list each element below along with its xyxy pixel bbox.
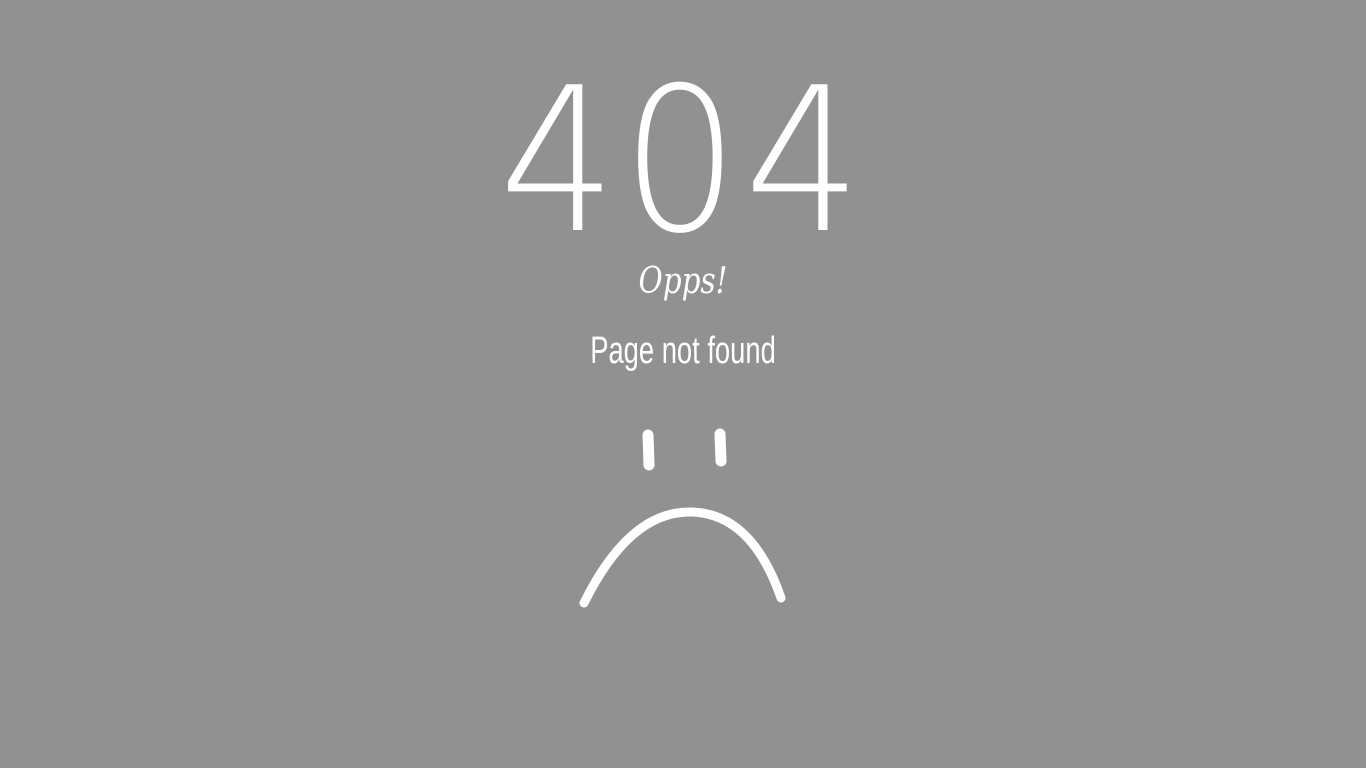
error-exclamation: Opps!	[638, 261, 728, 302]
error-code: 404	[499, 45, 867, 278]
right-eye	[714, 428, 727, 467]
error-page: 404 Opps! Page not found	[0, 0, 1366, 768]
sad-face-icon	[579, 428, 786, 608]
left-eye	[642, 429, 655, 471]
frown-mouth	[579, 507, 786, 608]
error-message: Page not found	[590, 330, 776, 372]
